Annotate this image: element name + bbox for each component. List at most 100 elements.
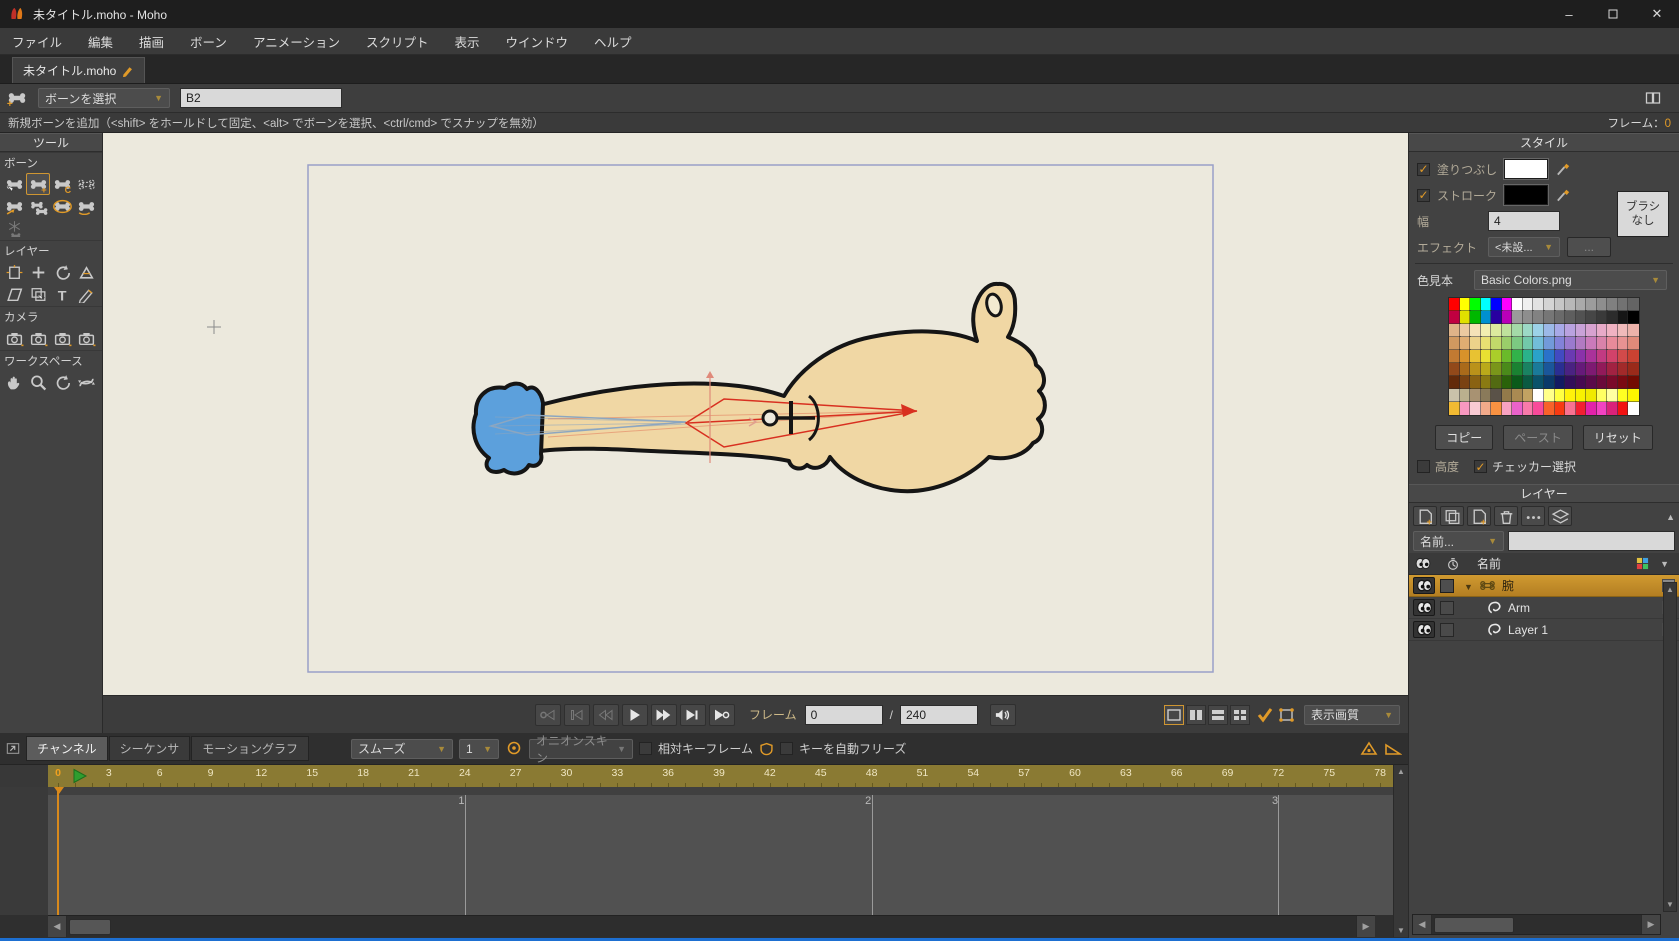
book-layout-icon[interactable] — [1643, 90, 1663, 106]
palette-swatch-6-2[interactable] — [1470, 376, 1481, 389]
palette-swatch-1-12[interactable] — [1576, 311, 1587, 324]
palette-swatch-5-2[interactable] — [1470, 363, 1481, 376]
color-palette[interactable] — [1448, 297, 1640, 416]
maximize-button[interactable] — [1591, 0, 1635, 28]
view-single-button[interactable] — [1164, 705, 1184, 725]
palette-swatch-6-13[interactable] — [1586, 376, 1597, 389]
rotate-view-tool[interactable] — [50, 371, 74, 393]
menu-item-2[interactable]: 描画 — [139, 32, 164, 51]
pan-tilt-camera-tool[interactable] — [74, 327, 98, 349]
palette-swatch-3-6[interactable] — [1512, 337, 1523, 350]
palette-swatch-8-14[interactable] — [1597, 402, 1608, 415]
palette-swatch-7-4[interactable] — [1491, 389, 1502, 402]
step-back-button[interactable] — [593, 704, 619, 726]
palette-swatch-1-11[interactable] — [1565, 311, 1576, 324]
scroll-down-icon[interactable]: ▼ — [1666, 900, 1674, 909]
jump-start-button[interactable] — [535, 704, 561, 726]
interpolation-dropdown[interactable]: スムーズ▼ — [351, 739, 453, 759]
palette-swatch-0-5[interactable] — [1502, 298, 1513, 311]
shear-layer-tool[interactable] — [2, 283, 26, 305]
palette-swatch-2-13[interactable] — [1586, 324, 1597, 337]
palette-swatch-0-6[interactable] — [1512, 298, 1523, 311]
palette-swatch-0-7[interactable] — [1523, 298, 1534, 311]
palette-swatch-0-17[interactable] — [1628, 298, 1639, 311]
palette-swatch-6-15[interactable] — [1607, 376, 1618, 389]
scroll-right-icon[interactable]: ▶ — [1356, 916, 1375, 937]
palette-swatch-7-9[interactable] — [1544, 389, 1555, 402]
palette-swatch-2-16[interactable] — [1618, 324, 1629, 337]
palette-swatch-1-0[interactable] — [1449, 311, 1460, 324]
palette-swatch-1-8[interactable] — [1533, 311, 1544, 324]
palette-swatch-1-1[interactable] — [1460, 311, 1471, 324]
layer-row-2[interactable]: Layer 1 — [1409, 619, 1679, 641]
minimize-button[interactable]: – — [1547, 0, 1591, 28]
current-frame-input[interactable] — [805, 705, 883, 725]
timeline-tab-2[interactable]: モーショングラフ — [191, 736, 309, 761]
palette-swatch-8-0[interactable] — [1449, 402, 1460, 415]
menu-item-8[interactable]: ヘルプ — [594, 32, 632, 51]
play-start-marker[interactable] — [73, 768, 88, 787]
palette-swatch-7-12[interactable] — [1576, 389, 1587, 402]
palette-swatch-0-14[interactable] — [1597, 298, 1608, 311]
zoom-camera-tool[interactable] — [26, 327, 50, 349]
palette-swatch-4-11[interactable] — [1565, 350, 1576, 363]
palette-swatch-3-4[interactable] — [1491, 337, 1502, 350]
palette-swatch-6-0[interactable] — [1449, 376, 1460, 389]
palette-swatch-4-12[interactable] — [1576, 350, 1587, 363]
scroll-left-icon[interactable]: ◀ — [1413, 915, 1432, 934]
timeline-tracks[interactable]: 123 — [0, 787, 1408, 915]
palette-swatch-3-17[interactable] — [1628, 337, 1639, 350]
palette-swatch-5-0[interactable] — [1449, 363, 1460, 376]
sort-column-icon[interactable]: ▼ — [1660, 559, 1669, 569]
curve-bone-tool[interactable] — [74, 195, 98, 217]
palette-swatch-5-7[interactable] — [1523, 363, 1534, 376]
bind-bone-tool[interactable] — [50, 195, 74, 217]
timeline-expand-icon[interactable] — [6, 741, 20, 756]
timeline-scroll-thumb[interactable] — [69, 919, 111, 935]
effect-dropdown[interactable]: <未設... ▼ — [1488, 237, 1560, 257]
palette-swatch-2-4[interactable] — [1491, 324, 1502, 337]
layer-visibility-toggle[interactable] — [1413, 599, 1435, 616]
palette-swatch-4-8[interactable] — [1533, 350, 1544, 363]
reference-layer-button[interactable] — [1548, 506, 1572, 526]
select-layers-tool[interactable] — [26, 283, 50, 305]
layer-animation-checkbox[interactable] — [1440, 579, 1454, 593]
palette-swatch-4-6[interactable] — [1512, 350, 1523, 363]
canvas[interactable] — [103, 133, 1408, 695]
palette-swatch-5-15[interactable] — [1607, 363, 1618, 376]
palette-swatch-0-13[interactable] — [1586, 298, 1597, 311]
bone-name-input[interactable] — [180, 88, 342, 108]
palette-swatch-5-11[interactable] — [1565, 363, 1576, 376]
freeze-pose-tool[interactable] — [2, 217, 26, 239]
palette-swatch-3-13[interactable] — [1586, 337, 1597, 350]
scroll-up-icon[interactable]: ▲ — [1397, 767, 1405, 776]
palette-swatch-4-9[interactable] — [1544, 350, 1555, 363]
palette-swatch-0-4[interactable] — [1491, 298, 1502, 311]
view-quad-button[interactable] — [1230, 705, 1250, 725]
layer-expand-icon[interactable]: ▼ — [1464, 579, 1473, 593]
palette-swatch-8-3[interactable] — [1481, 402, 1492, 415]
palette-swatch-3-15[interactable] — [1607, 337, 1618, 350]
palette-swatch-8-11[interactable] — [1565, 402, 1576, 415]
palette-swatch-7-17[interactable] — [1628, 389, 1639, 402]
palette-swatch-1-9[interactable] — [1544, 311, 1555, 324]
palette-swatch-4-7[interactable] — [1523, 350, 1534, 363]
palette-swatch-8-12[interactable] — [1576, 402, 1587, 415]
palette-swatch-7-3[interactable] — [1481, 389, 1492, 402]
play-button[interactable] — [622, 704, 648, 726]
timeline-playhead[interactable] — [57, 787, 59, 915]
brush-none-button[interactable]: ブラシ なし — [1617, 191, 1669, 237]
palette-swatch-8-17[interactable] — [1628, 402, 1639, 415]
palette-swatch-5-1[interactable] — [1460, 363, 1471, 376]
palette-swatch-4-13[interactable] — [1586, 350, 1597, 363]
palette-swatch-1-2[interactable] — [1470, 311, 1481, 324]
stereo-check-icon[interactable] — [1256, 707, 1274, 723]
palette-swatch-0-3[interactable] — [1481, 298, 1492, 311]
palette-swatch-6-6[interactable] — [1512, 376, 1523, 389]
select-bone-tool[interactable] — [2, 173, 26, 195]
palette-swatch-4-1[interactable] — [1460, 350, 1471, 363]
palette-swatch-6-16[interactable] — [1618, 376, 1629, 389]
palette-swatch-5-8[interactable] — [1533, 363, 1544, 376]
palette-swatch-6-14[interactable] — [1597, 376, 1608, 389]
menu-item-4[interactable]: アニメーション — [253, 32, 340, 51]
